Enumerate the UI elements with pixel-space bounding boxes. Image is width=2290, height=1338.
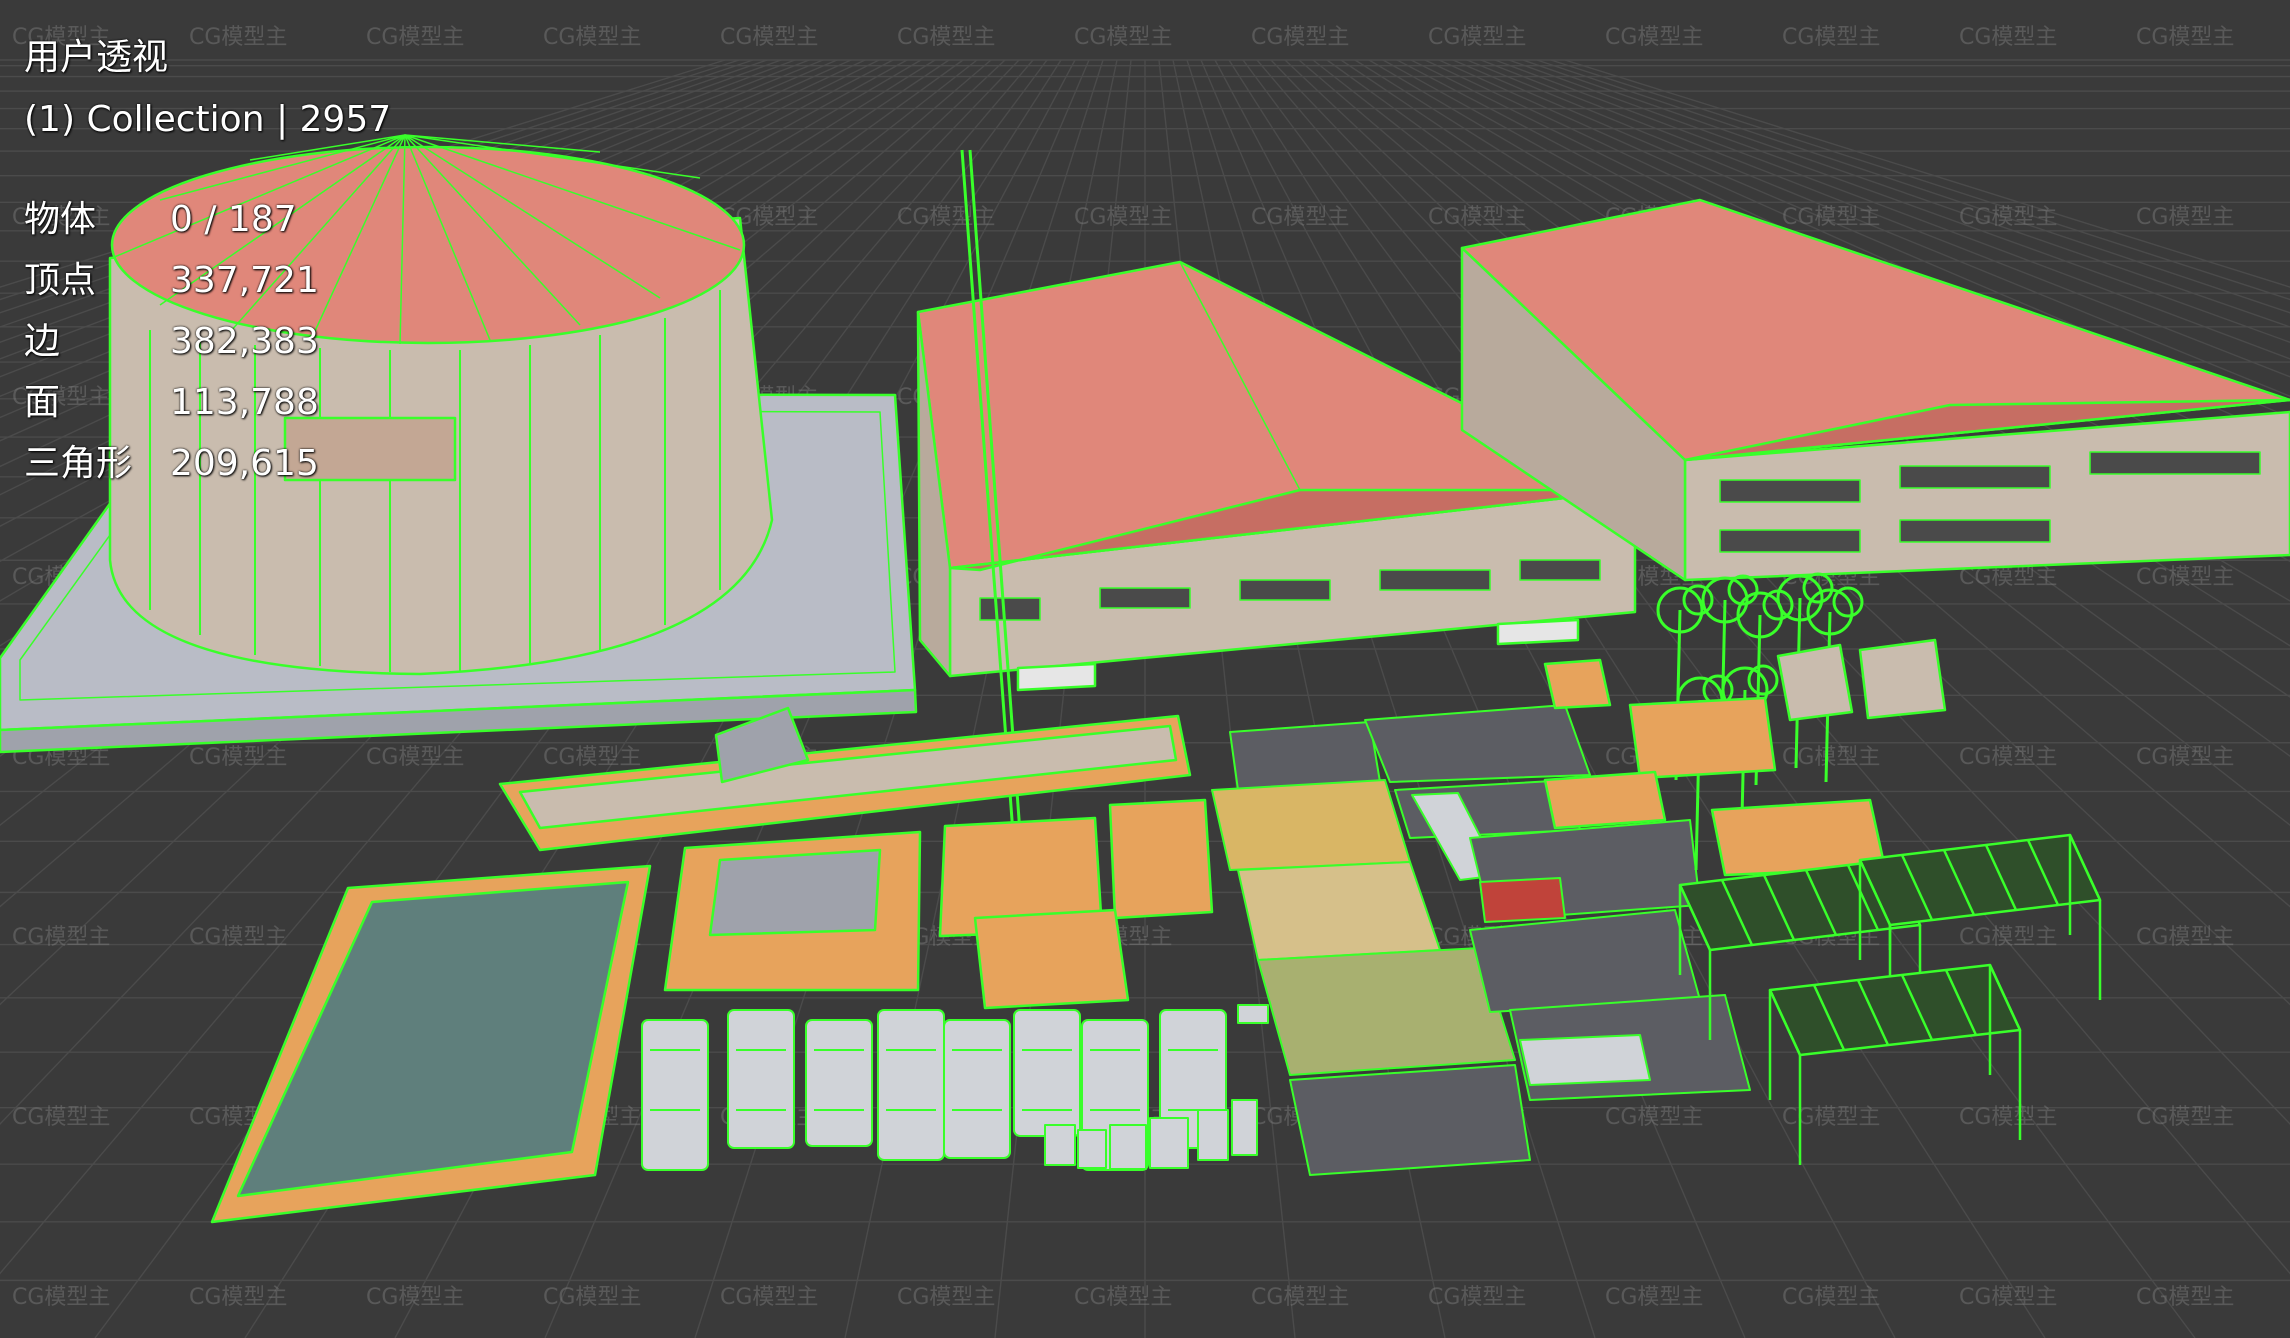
watermark-text: CG模型主 (897, 1285, 995, 1310)
watermark-text: CG模型主 (897, 205, 995, 230)
watermark-text: CG模型主 (1251, 25, 1349, 50)
vehicle[interactable] (641, 1019, 709, 1171)
stat-label: 三角形 (24, 443, 133, 484)
watermark-text: CG模型主 (1251, 205, 1349, 230)
watermark-text: CG模型主 (543, 1285, 641, 1310)
stat-value: 113,788 (170, 382, 319, 423)
watermark-text: CG模型主 (1428, 1285, 1526, 1310)
watermark-text: CG模型主 (1428, 205, 1526, 230)
watermark-text: CG模型主 (2136, 1285, 2234, 1310)
view-name: 用户透视 (24, 37, 169, 78)
watermark-text: CG模型主 (366, 25, 464, 50)
scaffold-deck[interactable] (1768, 963, 2022, 1057)
watermark-text: CG模型主 (2136, 25, 2234, 50)
watermark-text: CG模型主 (720, 1285, 818, 1310)
watermark-text: CG模型主 (720, 25, 818, 50)
stat-label: 面 (24, 382, 61, 423)
watermark-text: CG模型主 (2136, 205, 2234, 230)
watermark-text: CG模型主 (12, 1285, 110, 1310)
watermark-text: CG模型主 (897, 25, 995, 50)
water-basin[interactable] (210, 864, 652, 1224)
vehicle[interactable] (1013, 1009, 1081, 1137)
watermark-text: CG模型主 (1074, 25, 1172, 50)
watermark-text: CG模型主 (1605, 1285, 1703, 1310)
stat-label: 顶点 (24, 260, 97, 301)
watermark-text: CG模型主 (1959, 745, 2057, 770)
watermark-text: CG模型主 (1782, 25, 1880, 50)
watermark-text: CG模型主 (1959, 205, 2057, 230)
watermark-text: CG模型主 (12, 1105, 110, 1130)
small-building-1[interactable] (1776, 638, 1947, 722)
watermark-text: CG模型主 (366, 745, 464, 770)
watermark-text: CG模型主 (189, 745, 287, 770)
watermark-text: CG模型主 (1251, 1285, 1349, 1310)
3d-viewport[interactable]: CG模型主 CG模型主 CG模型主 CG模型主 CG模型主 CG模型主 CG模型主 CG模型主… (0, 0, 2290, 1338)
equipment-pad-4[interactable] (973, 908, 1130, 1010)
equipment-pad-1[interactable] (663, 830, 922, 992)
stat-value: 382,383 (170, 321, 319, 362)
watermark-text: CG模型主 (1605, 1105, 1703, 1130)
watermark-text: CG模型主 (1782, 1105, 1880, 1130)
watermark-text: CG模型主 (2136, 925, 2234, 950)
vehicle[interactable] (727, 1009, 795, 1149)
watermark-text: CG模型主 (189, 925, 287, 950)
vehicle[interactable] (805, 1019, 873, 1147)
watermark-text: CG模型主 (12, 925, 110, 950)
stat-value: 0 / 187 (170, 199, 297, 240)
watermark-text: CG模型主 (1959, 1105, 2057, 1130)
watermark-text: CG模型主 (1074, 205, 1172, 230)
stat-value: 209,615 (170, 443, 319, 484)
vehicle[interactable] (877, 1009, 945, 1161)
stat-label: 物体 (24, 199, 97, 240)
stat-value: 337,721 (170, 260, 319, 301)
equipment-pad-3[interactable] (1108, 798, 1214, 920)
collection-label: (1) Collection | 2957 (24, 99, 392, 140)
watermark-text: CG模型主 (1959, 25, 2057, 50)
watermark-text: CG模型主 (1959, 925, 2057, 950)
watermark-text: CG模型主 (1782, 205, 1880, 230)
watermark-text: CG模型主 (1074, 1285, 1172, 1310)
vehicle[interactable] (943, 1019, 1011, 1159)
watermark-text: CG模型主 (189, 25, 287, 50)
watermark-text: CG模型主 (543, 25, 641, 50)
scaffold-deck[interactable] (1858, 833, 2102, 927)
watermark-text: CG模型主 (1782, 1285, 1880, 1310)
watermark-text: CG模型主 (366, 1285, 464, 1310)
watermark-text: CG模型主 (1428, 25, 1526, 50)
stat-label: 边 (24, 321, 61, 362)
watermark-text: CG模型主 (2136, 745, 2234, 770)
watermark-text: CG模型主 (2136, 565, 2234, 590)
watermark-text: CG模型主 (543, 745, 641, 770)
watermark-text: CG模型主 (189, 1285, 287, 1310)
watermark-text: CG模型主 (1605, 25, 1703, 50)
watermark-text: CG模型主 (2136, 1105, 2234, 1130)
watermark-text: CG模型主 (1959, 1285, 2057, 1310)
